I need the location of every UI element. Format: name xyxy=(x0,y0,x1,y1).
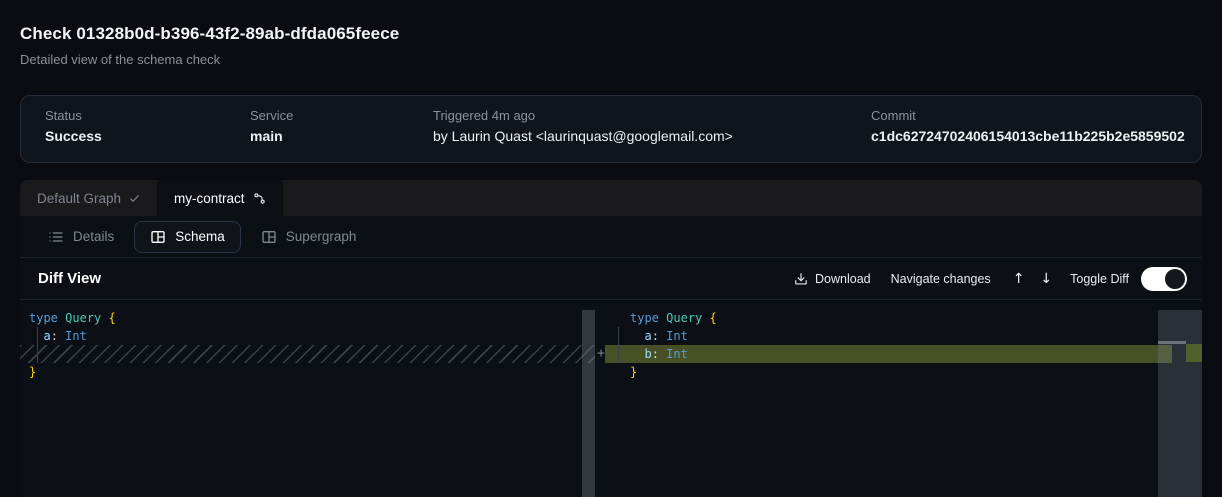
right-pane-scrollbar[interactable] xyxy=(1158,310,1202,497)
navigate-changes-label: Navigate changes xyxy=(891,272,991,286)
toggle-diff-label: Toggle Diff xyxy=(1070,272,1129,286)
download-icon xyxy=(794,272,808,286)
graph-tabstrip: Default Graph my-contract xyxy=(20,180,1202,216)
scrollbar-slider-edge xyxy=(1158,341,1186,344)
download-button[interactable]: Download xyxy=(794,272,871,286)
code-line: } xyxy=(29,363,595,381)
tab-default-graph-label: Default Graph xyxy=(37,191,121,206)
spline-icon xyxy=(253,192,266,205)
meta-commit: Commit c1dc62724702406154013cbe11b225b2e… xyxy=(871,108,1185,144)
diff-controls: Download Navigate changes ↑ ↓ Toggle Dif… xyxy=(794,267,1187,291)
triggered-by-value: by Laurin Quast <laurinquast@googlemail.… xyxy=(433,128,733,144)
added-line-plus-marker: + xyxy=(594,345,608,363)
tab-my-contract[interactable]: my-contract xyxy=(157,180,283,216)
code-line: a: Int xyxy=(29,327,595,345)
list-icon xyxy=(48,229,64,245)
left-pane-scrollbar[interactable] xyxy=(582,310,595,497)
tab-details[interactable]: Details xyxy=(42,221,120,253)
overview-ruler-added-mark xyxy=(1186,344,1202,362)
meta-status: Status Success xyxy=(45,108,102,144)
meta-triggered: Triggered 4m ago by Laurin Quast <laurin… xyxy=(433,108,733,144)
tab-default-graph[interactable]: Default Graph xyxy=(20,180,157,216)
status-value: Success xyxy=(45,128,102,144)
tab-details-label: Details xyxy=(73,229,114,244)
diff-editor[interactable]: type Query { a: Int} + type Query { a: I… xyxy=(20,300,1202,497)
tab-my-contract-label: my-contract xyxy=(174,191,245,206)
page-header: Check 01328b0d-b396-43f2-89ab-dfda065fee… xyxy=(20,24,399,67)
diff-header: Diff View Download Navigate changes ↑ ↓ … xyxy=(20,258,1202,300)
diff-view-title: Diff View xyxy=(38,270,101,287)
meta-service: Service main xyxy=(250,108,293,144)
meta-label: Status xyxy=(45,108,102,123)
split-panels-icon xyxy=(261,229,277,245)
code-line: } xyxy=(630,363,1202,381)
check-meta-card: Status Success Service main Triggered 4m… xyxy=(20,95,1202,163)
meta-label: Triggered 4m ago xyxy=(433,108,733,123)
code-line: b: Int xyxy=(630,345,1202,363)
code-line: a: Int xyxy=(630,327,1202,345)
switch-knob xyxy=(1165,269,1185,289)
download-label: Download xyxy=(815,272,871,286)
tab-schema[interactable]: Schema xyxy=(134,221,241,253)
page-title: Check 01328b0d-b396-43f2-89ab-dfda065fee… xyxy=(20,24,399,44)
meta-label: Service xyxy=(250,108,293,123)
check-icon xyxy=(129,193,140,204)
diff-pane-before[interactable]: type Query { a: Int} xyxy=(20,300,595,497)
service-value: main xyxy=(250,128,293,144)
toggle-diff-switch[interactable] xyxy=(1141,267,1187,291)
code-line: type Query { xyxy=(630,309,1202,327)
code-line: type Query { xyxy=(29,309,595,327)
arrow-up-icon: ↑ xyxy=(1013,271,1025,287)
meta-label: Commit xyxy=(871,108,1185,123)
tab-supergraph-label: Supergraph xyxy=(286,229,357,244)
navigate-changes-button[interactable]: Navigate changes xyxy=(891,272,991,286)
diff-pane-after[interactable]: type Query { a: Int b: Int} xyxy=(607,300,1202,497)
collapsed-line-placeholder xyxy=(29,345,595,363)
tab-schema-label: Schema xyxy=(175,229,225,244)
tab-supergraph[interactable]: Supergraph xyxy=(255,221,363,253)
check-detail-card: Default Graph my-contract Details xyxy=(20,180,1202,497)
previous-change-button[interactable]: ↑ xyxy=(1013,271,1025,287)
page-subtitle: Detailed view of the schema check xyxy=(20,52,399,67)
commit-hash-value: c1dc62724702406154013cbe11b225b2e5859502 xyxy=(871,128,1185,144)
arrow-down-icon: ↓ xyxy=(1040,271,1052,287)
next-change-button[interactable]: ↓ xyxy=(1040,271,1052,287)
view-tabs: Details Schema Supergraph xyxy=(20,216,1202,258)
split-panels-icon xyxy=(150,229,166,245)
